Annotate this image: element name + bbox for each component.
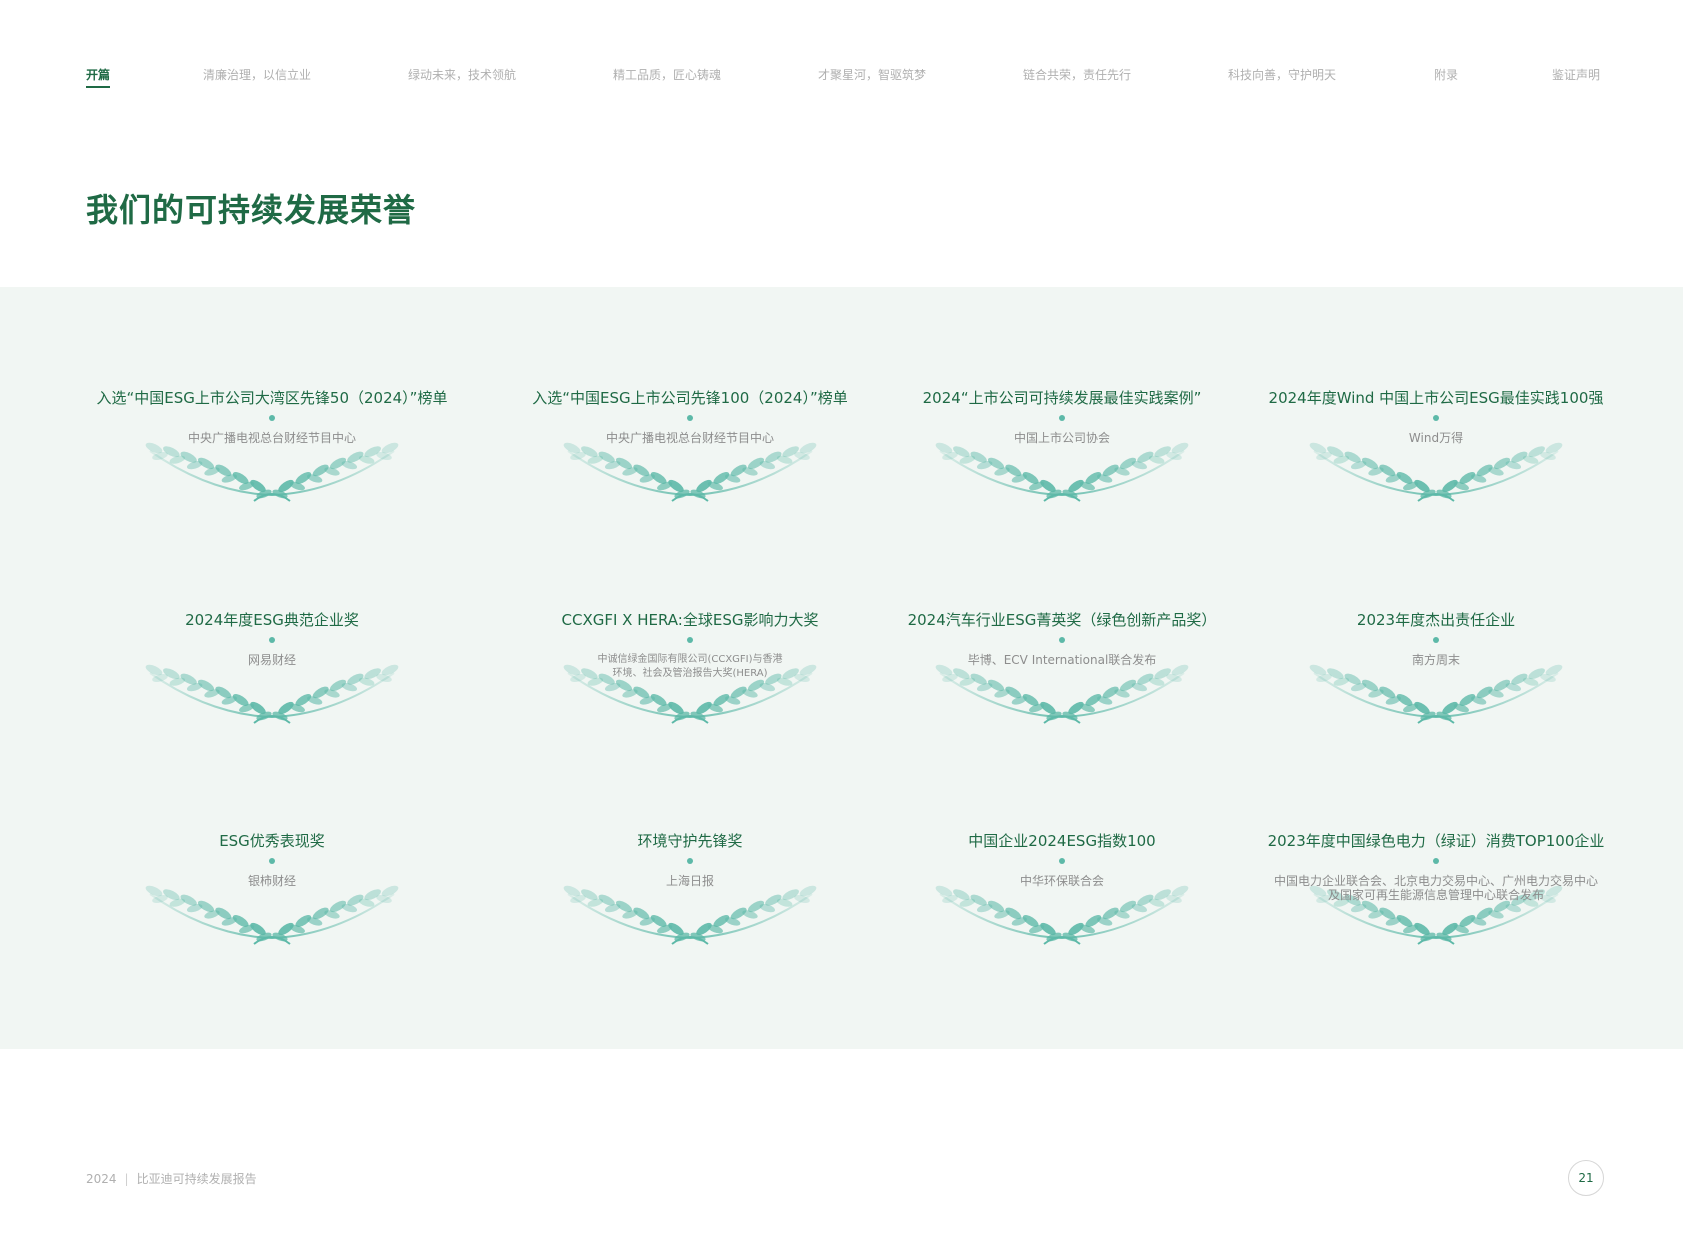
footer-separator: |: [124, 1172, 129, 1186]
nav-tab-quality[interactable]: 精工品质，匠心铸魂: [613, 66, 721, 83]
laurel-wreath-icon: [145, 442, 399, 502]
award-card: 2023年度杰出责任企业 南方周末: [1236, 609, 1636, 759]
laurel-wreath-icon: [935, 885, 1189, 945]
award-card: ESG优秀表现奖 银柿财经: [72, 830, 472, 980]
award-issuer-line: 环境、社会及管治报告大奖(HERA): [612, 668, 768, 679]
page-number: 21: [1568, 1160, 1604, 1196]
award-title: 2024“上市公司可持续发展最佳实践案例”: [922, 389, 1202, 407]
laurel-wreath-icon: [563, 442, 817, 502]
award-issuer-line: 及国家可再生能源信息管理中心联合发布: [1327, 888, 1544, 902]
award-issuer: 中国电力企业联合会、北京电力交易中心、广州电力交易中心 及国家可再生能源信息管理…: [1236, 874, 1636, 902]
award-title: CCXGFI X HERA:全球ESG影响力大奖: [561, 611, 819, 629]
award-dot: [687, 858, 693, 864]
footer-report-label: 2024 | 比亚迪可持续发展报告: [86, 1170, 257, 1187]
nav-tab-technology[interactable]: 科技向善，守护明天: [1228, 66, 1336, 83]
award-title: 2024汽车行业ESG菁英奖（绿色创新产品奖）: [907, 611, 1217, 629]
award-issuer: 中诚信绿金国际有限公司(CCXGFI)与香港 环境、社会及管治报告大奖(HERA…: [490, 653, 890, 681]
award-issuer-line: 中国电力企业联合会、北京电力交易中心、广州电力交易中心: [1273, 874, 1598, 888]
award-issuer: 中国上市公司协会: [1013, 431, 1110, 445]
top-navigation: 开篇 清廉治理，以信立业 绿动未来，技术领航 精工品质，匠心铸魂 才聚星河，智驱…: [86, 66, 1603, 90]
laurel-wreath-icon: [1309, 442, 1563, 502]
award-dot: [1059, 858, 1065, 864]
laurel-wreath-icon: [935, 664, 1189, 724]
award-card: CCXGFI X HERA:全球ESG影响力大奖 中诚信绿金国际有限公司(CCX…: [490, 609, 890, 759]
nav-tab-talent[interactable]: 才聚星河，智驱筑梦: [818, 66, 926, 83]
laurel-wreath-icon: [935, 442, 1189, 502]
award-dot: [687, 415, 693, 421]
award-issuer-line: 中诚信绿金国际有限公司(CCXGFI)与香港: [597, 654, 783, 665]
nav-tab-governance[interactable]: 清廉治理，以信立业: [203, 66, 311, 83]
award-title: 2023年度杰出责任企业: [1356, 611, 1516, 629]
award-dot: [269, 858, 275, 864]
award-card: 入选“中国ESG上市公司先锋100（2024）”榜单 中央广播电视总台财经节目中…: [490, 387, 890, 537]
award-issuer: 南方周末: [1411, 653, 1460, 667]
award-issuer: 上海日报: [665, 874, 714, 888]
nav-tab-supply-chain[interactable]: 链合共荣，责任先行: [1023, 66, 1131, 83]
award-title: ESG优秀表现奖: [219, 832, 325, 850]
award-dot: [687, 637, 693, 643]
laurel-wreath-icon: [145, 664, 399, 724]
award-dot: [1059, 637, 1065, 643]
nav-tab-green-future[interactable]: 绿动未来，技术领航: [408, 66, 516, 83]
award-dot: [1433, 858, 1439, 864]
award-dot: [269, 415, 275, 421]
award-issuer: 中央广播电视总台财经节目中心: [187, 431, 356, 445]
award-issuer: 银柿财经: [247, 874, 296, 888]
award-card: 入选“中国ESG上市公司大湾区先锋50（2024）”榜单 中央广播电视总台财经节…: [72, 387, 472, 537]
award-title: 2024年度ESG典范企业奖: [185, 611, 359, 629]
laurel-wreath-icon: [563, 885, 817, 945]
footer-year: 2024: [86, 1172, 117, 1186]
nav-tab-assurance[interactable]: 鉴证声明: [1552, 66, 1600, 83]
award-card: 2023年度中国绿色电力（绿证）消费TOP100企业 中国电力企业联合会、北京电…: [1236, 830, 1636, 980]
award-title: 2023年度中国绿色电力（绿证）消费TOP100企业: [1267, 832, 1605, 850]
award-card: 中国企业2024ESG指数100 中华环保联合会: [862, 830, 1262, 980]
award-title: 2024年度Wind 中国上市公司ESG最佳实践100强: [1268, 389, 1604, 407]
footer-report-name: 比亚迪可持续发展报告: [136, 1172, 257, 1186]
laurel-wreath-icon: [145, 885, 399, 945]
award-dot: [269, 637, 275, 643]
award-issuer: 网易财经: [247, 653, 296, 667]
award-title: 中国企业2024ESG指数100: [968, 832, 1156, 850]
award-card: 环境守护先锋奖 上海日报: [490, 830, 890, 980]
award-card: 2024“上市公司可持续发展最佳实践案例” 中国上市公司协会: [862, 387, 1262, 537]
award-dot: [1059, 415, 1065, 421]
award-title: 入选“中国ESG上市公司大湾区先锋50（2024）”榜单: [96, 389, 448, 407]
award-issuer: Wind万得: [1408, 431, 1464, 445]
laurel-wreath-icon: [1309, 664, 1563, 724]
award-title: 入选“中国ESG上市公司先锋100（2024）”榜单: [532, 389, 848, 407]
award-title: 环境守护先锋奖: [637, 832, 743, 850]
honors-panel: 入选“中国ESG上市公司大湾区先锋50（2024）”榜单 中央广播电视总台财经节…: [0, 287, 1683, 1049]
award-issuer: 中央广播电视总台财经节目中心: [605, 431, 774, 445]
award-card: 2024汽车行业ESG菁英奖（绿色创新产品奖） 毕博、ECV Internati…: [862, 609, 1262, 759]
award-dot: [1433, 637, 1439, 643]
nav-tab-opening[interactable]: 开篇: [86, 66, 111, 88]
award-issuer: 毕博、ECV International联合发布: [967, 653, 1157, 667]
award-issuer: 中华环保联合会: [1019, 874, 1104, 888]
award-dot: [1433, 415, 1439, 421]
award-card: 2024年度ESG典范企业奖 网易财经: [72, 609, 472, 759]
nav-tab-appendix[interactable]: 附录: [1434, 66, 1458, 83]
page-title: 我们的可持续发展荣誉: [86, 191, 417, 229]
award-card: 2024年度Wind 中国上市公司ESG最佳实践100强 Wind万得: [1236, 387, 1636, 537]
